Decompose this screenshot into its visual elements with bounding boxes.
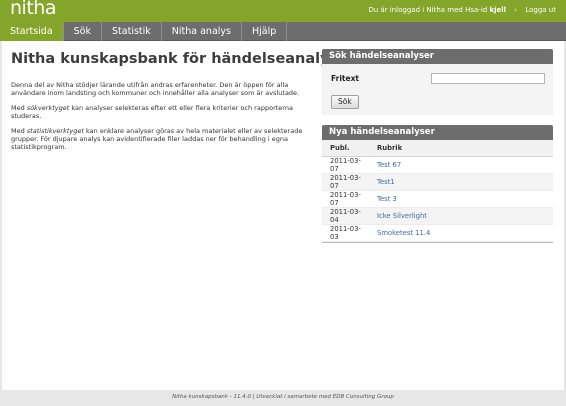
login-username: kjell	[489, 6, 507, 14]
tab-startsida[interactable]: Startsida	[0, 22, 64, 41]
row-date: 2011-03-07	[322, 156, 369, 174]
row-title-link[interactable]: Test 67	[369, 156, 553, 174]
table-row: 2011-03-07 Test 3	[322, 190, 553, 208]
fritext-label: Fritext	[331, 74, 360, 83]
news-panel-title: Nya händelseanalyser	[322, 125, 553, 140]
row-title-link[interactable]: Test1	[369, 173, 553, 191]
p2-emphasis: sökverktyget	[26, 104, 70, 112]
p3-emphasis: statistikverktyget	[26, 127, 84, 135]
footer-text: Nitha kunskapsbank - 11.4.0 | Utvecklat …	[172, 394, 394, 400]
col-header-rubrik: Rubrik	[369, 140, 553, 157]
news-panel: Nya händelseanalyser Publ. Rubrik 2011-0…	[322, 125, 553, 243]
intro-paragraph-1: Denna del av Nitha stödjer lärande utifr…	[11, 81, 300, 97]
row-date: 2011-03-04	[322, 207, 369, 225]
news-table: Publ. Rubrik 2011-03-07 Test 67 2011-03-…	[322, 140, 553, 242]
nitha-logo[interactable]: nitha	[10, 0, 56, 19]
search-panel: Sök händelseanalyser Fritext Sök	[322, 49, 553, 115]
search-panel-title: Sök händelseanalyser	[322, 49, 553, 64]
table-row: 2011-03-04 Icke Silverlight	[322, 207, 553, 225]
table-row: 2011-03-07 Test1	[322, 173, 553, 191]
tab-statistik[interactable]: Statistik	[102, 22, 162, 41]
row-date: 2011-03-07	[322, 190, 369, 208]
news-table-header: Publ. Rubrik	[322, 140, 553, 157]
logout-link[interactable]: Logga ut	[525, 6, 556, 14]
tab-sok[interactable]: Sök	[64, 22, 103, 41]
fritext-input[interactable]	[431, 73, 545, 84]
intro-paragraph-3: Med statistikverktyget kan enklare analy…	[11, 127, 311, 151]
main-nav: Startsida Sök Statistik Nitha analys Hjä…	[0, 22, 566, 41]
col-header-publ: Publ.	[322, 140, 369, 157]
row-title-link[interactable]: Smoketest 11.4	[369, 224, 553, 242]
search-button[interactable]: Sök	[331, 95, 359, 109]
row-title-link[interactable]: Test 3	[369, 190, 553, 208]
table-row: 2011-03-07 Test 67	[322, 156, 553, 174]
p2-prefix: Med	[11, 104, 27, 112]
p3-prefix: Med	[11, 127, 27, 135]
intro-text: Denna del av Nitha stödjer lärande utifr…	[11, 81, 311, 158]
chevron-right-icon: ›	[514, 6, 518, 14]
login-info: Du är inloggad i Nitha med Hsa-id kjell …	[368, 6, 556, 14]
row-title-link[interactable]: Icke Silverlight	[369, 207, 553, 225]
row-date: 2011-03-07	[322, 173, 369, 191]
page-title: Nitha kunskapsbank för händelseanalyser	[11, 51, 356, 67]
panel-divider	[322, 241, 553, 243]
content-area: Nitha kunskapsbank för händelseanalyser …	[2, 41, 564, 390]
table-row: 2011-03-03 Smoketest 11.4	[322, 224, 553, 242]
search-row: Fritext	[331, 73, 545, 85]
row-date: 2011-03-03	[322, 224, 369, 242]
intro-paragraph-2: Med sökverktyget kan analyser selekteras…	[11, 104, 311, 120]
tab-nitha-analys[interactable]: Nitha analys	[162, 22, 242, 41]
tab-hjalp[interactable]: Hjälp	[242, 22, 288, 41]
login-text: Du är inloggad i Nitha med Hsa-id	[368, 6, 488, 14]
top-bar: nitha Du är inloggad i Nitha med Hsa-id …	[0, 0, 566, 22]
